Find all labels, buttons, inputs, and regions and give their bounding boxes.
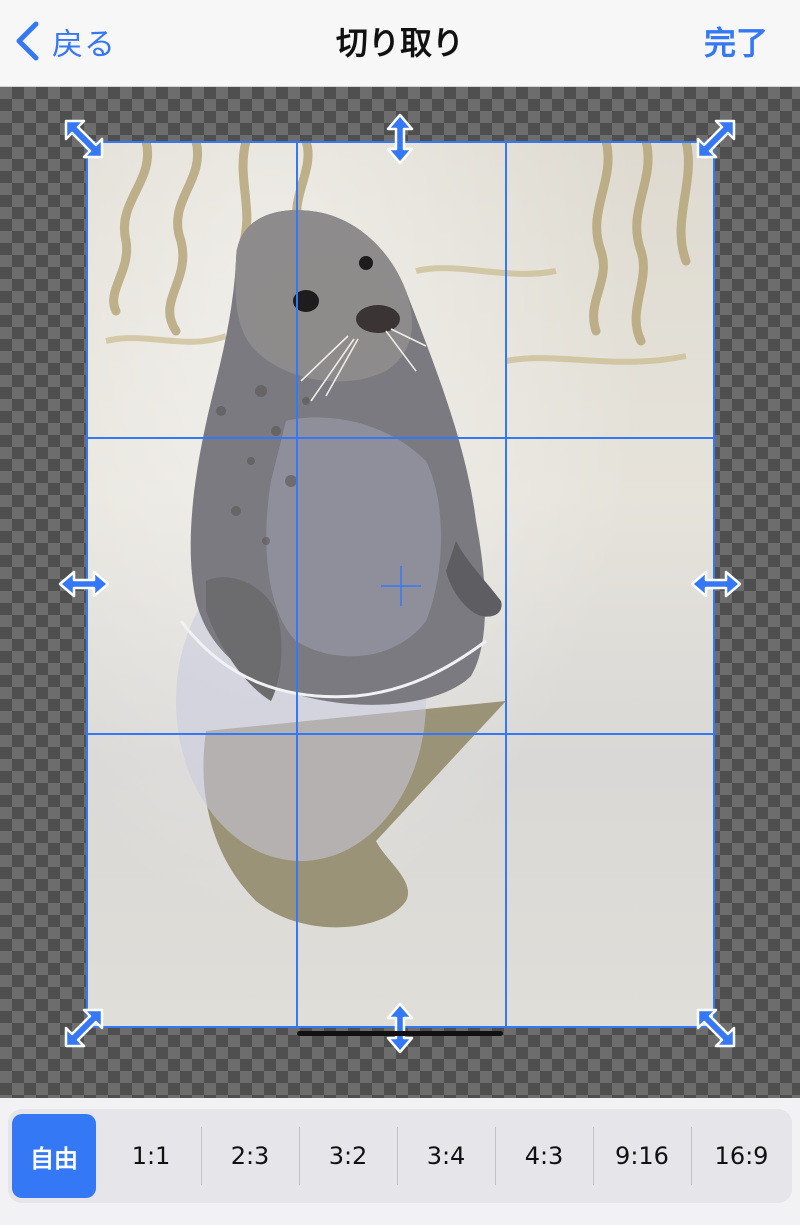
ratio-option-3-4[interactable]: 3:4: [397, 1109, 495, 1203]
resize-nw-icon[interactable]: [56, 111, 112, 167]
grid-line-horizontal-2: [88, 733, 713, 735]
ratio-option-free[interactable]: 自由: [12, 1114, 96, 1198]
ratio-option-9-16[interactable]: 9:16: [593, 1109, 691, 1203]
bottom-safe-area: [0, 1210, 800, 1225]
grid-line-vertical-2: [505, 143, 507, 1026]
ratio-option-2-3[interactable]: 2:3: [201, 1109, 299, 1203]
home-indicator: [297, 1031, 503, 1036]
navigation-bar: 戻る 切り取り 完了: [0, 0, 800, 87]
page-title: 切り取り: [335, 24, 464, 62]
resize-ne-icon[interactable]: [688, 111, 744, 167]
ratio-option-3-2[interactable]: 3:2: [299, 1109, 397, 1203]
grid-line-horizontal-1: [88, 437, 713, 439]
ratio-option-1-1[interactable]: 1:1: [102, 1109, 200, 1203]
ratio-option-4-3[interactable]: 4:3: [495, 1109, 593, 1203]
resize-sw-icon[interactable]: [56, 1000, 112, 1056]
resize-se-icon[interactable]: [688, 1000, 744, 1056]
resize-n-icon[interactable]: [372, 111, 428, 167]
resize-s-icon[interactable]: [372, 1000, 428, 1056]
grid-line-vertical-1: [296, 143, 298, 1026]
resize-w-icon[interactable]: [56, 556, 112, 612]
resize-e-icon[interactable]: [688, 556, 744, 612]
crop-canvas[interactable]: [0, 87, 800, 1098]
ratio-option-16-9[interactable]: 16:9: [691, 1109, 792, 1203]
crop-frame[interactable]: [86, 141, 715, 1028]
center-crosshair-icon: [381, 566, 421, 606]
done-button[interactable]: 完了: [704, 18, 768, 64]
aspect-ratio-selector: 自由 1:1 2:3 3:2 3:4 4:3 9:16 16:9: [8, 1109, 792, 1203]
